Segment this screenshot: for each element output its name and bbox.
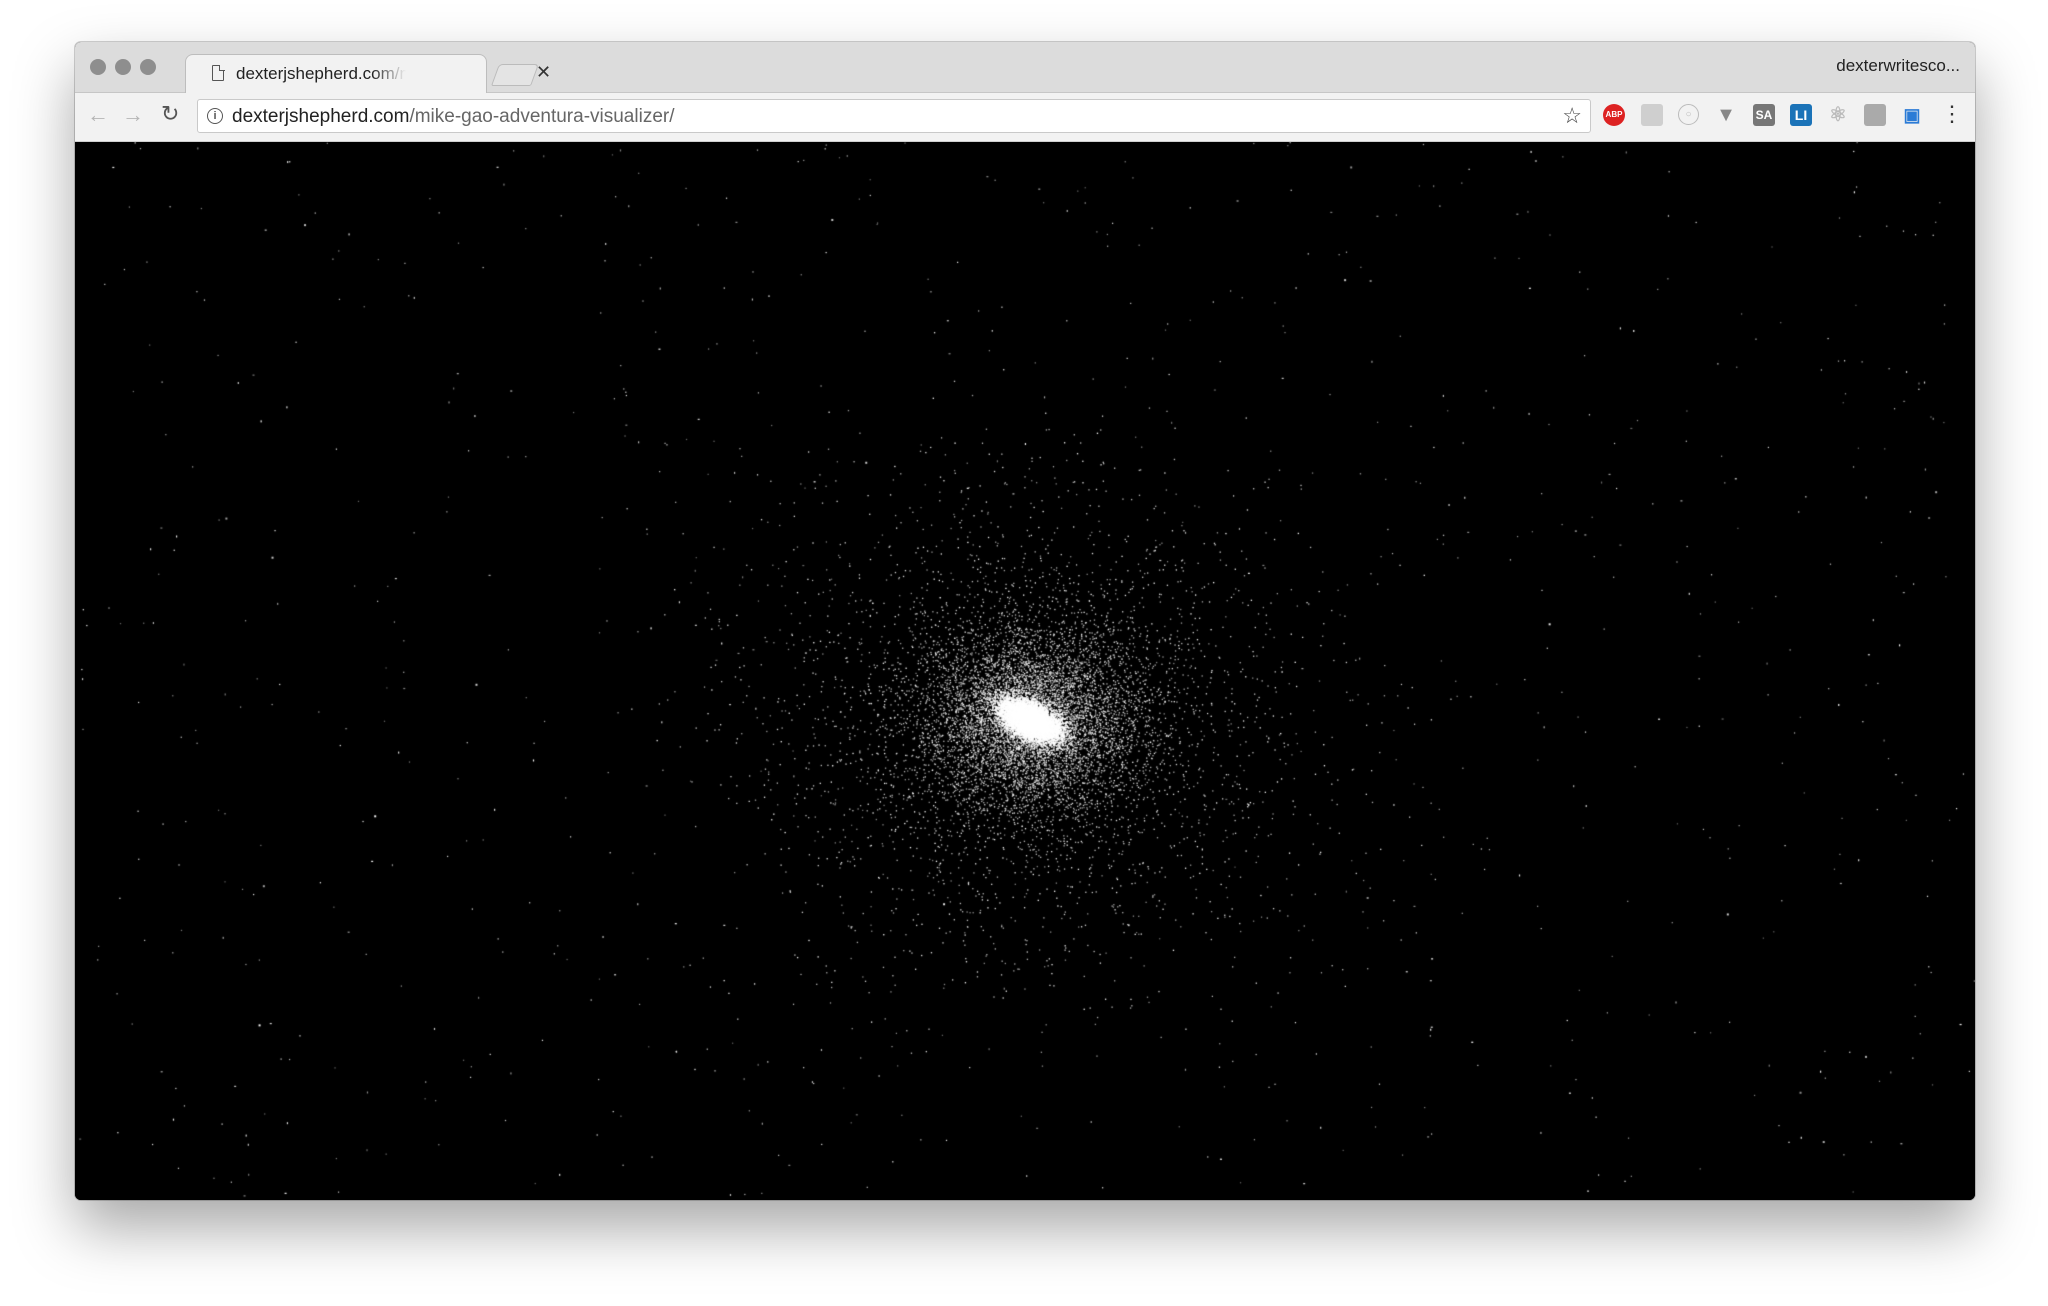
particle-visualizer-canvas[interactable] [75,142,1975,1200]
page-icon [212,65,224,81]
linkedin-extension-icon[interactable]: LI [1790,104,1812,126]
profile-name[interactable]: dexterwritesco... [1836,56,1960,76]
comment-extension-icon[interactable] [1641,104,1663,126]
info-icon[interactable]: i [207,108,223,124]
cast-icon[interactable]: ▣ [1901,104,1923,126]
active-tab[interactable]: dexterjshepherd.com/mike-gao-adventura-v… [185,54,551,94]
react-devtools-icon[interactable]: ⚛︎ [1827,104,1849,126]
tab-title: dexterjshepherd.com/mike-gao-adventura-v… [236,64,406,83]
forward-arrow-icon[interactable]: → [122,102,144,128]
page-viewport[interactable] [75,142,1975,1200]
more-menu-icon[interactable]: ⋮ [1941,101,1963,127]
reader-extension-icon[interactable] [1864,104,1886,126]
new-tab-button[interactable] [490,64,540,86]
title-bar: dexterjshepherd.com/mike-gao-adventura-v… [75,42,1975,94]
close-window-button[interactable] [90,59,106,75]
browser-toolbar: ← → ↻ i dexterjshepherd.com/mike-gao-adv… [75,93,1975,142]
browser-window: dexterjshepherd.com/mike-gao-adventura-v… [75,42,1975,1200]
minimize-window-button[interactable] [115,59,131,75]
bookmark-star-icon[interactable]: ☆ [1562,103,1582,129]
circle-extension-icon[interactable]: ○ [1678,104,1699,125]
url-path: /mike-gao-adventura-visualizer/ [409,106,675,127]
reload-icon[interactable]: ↻ [161,101,179,127]
url-domain: dexterjshepherd.com [232,106,410,127]
close-icon[interactable]: ✕ [536,62,551,83]
address-bar[interactable]: i dexterjshepherd.com/mike-gao-adventura… [197,99,1591,133]
adblock-plus-icon[interactable]: ABP [1603,104,1625,126]
maximize-window-button[interactable] [140,59,156,75]
url-text[interactable]: dexterjshepherd.com/mike-gao-adventura-v… [232,106,675,128]
back-arrow-icon[interactable]: ← [87,102,109,128]
vue-devtools-icon[interactable]: ▼ [1715,104,1737,126]
sa-extension-icon[interactable]: SA [1753,104,1775,126]
